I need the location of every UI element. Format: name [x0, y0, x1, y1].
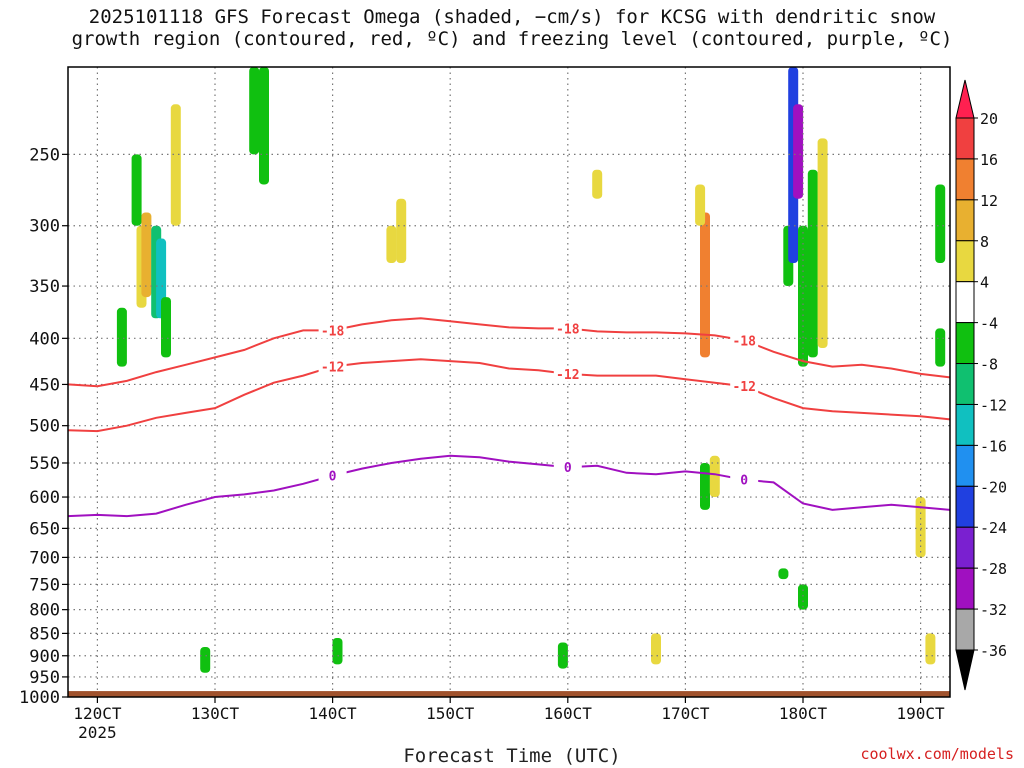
colorbar-segment [955, 158, 975, 201]
colorbar-tick-label: -28 [980, 560, 1007, 578]
colorbar-tick-label: 12 [980, 192, 998, 210]
contour-label: -12 [556, 368, 579, 383]
omega-cell [807, 169, 818, 358]
contour-label: -12 [321, 361, 344, 376]
colorbar-tick-label: -16 [980, 437, 1007, 455]
colorbar-segment [955, 240, 975, 283]
y-tick-label: 650 [29, 519, 60, 539]
y-tick-label: 550 [29, 454, 60, 474]
omega-cell [778, 568, 789, 580]
omega-cell [925, 633, 936, 665]
y-tick-label: 250 [29, 145, 60, 165]
colorbar-segment [955, 403, 975, 446]
colorbar-tick-label: -36 [980, 642, 1007, 660]
contour-label: 0 [329, 470, 337, 485]
omega-cell [116, 307, 127, 367]
colorbar-segment [955, 608, 975, 651]
colorbar-segment [955, 526, 975, 569]
omega-cell [695, 184, 706, 226]
contour-label: -12 [732, 380, 755, 395]
credit-text: coolwx.com/models [860, 745, 1014, 763]
colorbar-tick-label: -12 [980, 396, 1007, 414]
omega-heatmap-chart: -18 -18 -18 -12 -12 -12 0 0 0 250 300 350 400 450 500… [19, 66, 1007, 742]
colorbar-tick-label: -24 [980, 519, 1007, 537]
colorbar-tick-label: -8 [980, 356, 998, 374]
omega-cell [817, 138, 828, 348]
x-tick-label: 120CT [73, 704, 122, 723]
colorbar-tick-label: 8 [980, 233, 989, 251]
colorbar-tick-label: -32 [980, 601, 1007, 619]
x-tick-label: 190CT [897, 704, 946, 723]
colorbar-segment [955, 322, 975, 365]
omega-cell [935, 184, 946, 264]
colorbar-segment [955, 281, 975, 324]
omega-cell [798, 225, 808, 367]
y-tick-label: 450 [29, 375, 60, 395]
y-tick-label: 900 [29, 647, 60, 667]
colorbar-tick-label: 20 [980, 110, 998, 128]
colorbar-top-arrow [955, 79, 975, 119]
omega-cell [396, 198, 407, 264]
contour-label: -18 [321, 324, 345, 339]
x-sub-label: 2025 [78, 723, 117, 742]
y-tick-label: 700 [29, 548, 60, 568]
omega-cell [131, 154, 142, 226]
x-tick-label: 150CT [426, 704, 475, 723]
omega-cell [709, 455, 720, 498]
y-tick-label: 350 [29, 277, 60, 297]
contour-label: 0 [564, 461, 572, 476]
y-tick-label: 600 [29, 488, 60, 508]
contour-label: -18 [556, 322, 580, 337]
omega-cell [161, 297, 171, 358]
colorbar-tick-label: 16 [980, 151, 998, 169]
colorbar-segment [955, 444, 975, 487]
omega-cell [798, 584, 808, 610]
ground-band [68, 691, 950, 697]
colorbar-bottom-arrow [955, 649, 975, 691]
colorbar-tick-label: -20 [980, 478, 1007, 496]
x-tick-label: 160CT [544, 704, 593, 723]
omega-cell [592, 169, 603, 199]
y-tick-label: 300 [29, 217, 60, 237]
omega-cell [557, 642, 568, 669]
colorbar-tick-label: -4 [980, 315, 998, 333]
omega-cell [170, 104, 181, 226]
omega-cell [793, 104, 804, 199]
y-tick-label: 950 [29, 668, 60, 688]
y-tick-label: 1000 [19, 688, 60, 708]
omega-cell [259, 67, 269, 185]
x-tick-label: 130CT [191, 704, 240, 723]
x-tick-label: 180CT [779, 704, 828, 723]
colorbar-segment [955, 117, 975, 160]
colorbar-segment [955, 199, 975, 242]
omega-cell [935, 328, 946, 367]
x-tick-label: 170CT [661, 704, 710, 723]
colorbar-segment [955, 363, 975, 405]
y-tick-label: 800 [29, 601, 60, 621]
contour-label: -18 [732, 334, 756, 349]
omega-cell [700, 462, 710, 510]
y-tick-label: 400 [29, 329, 60, 349]
omega-cell [249, 67, 260, 155]
y-tick-label: 750 [29, 575, 60, 595]
colorbar-segment [955, 567, 975, 610]
y-tick-label: 850 [29, 624, 60, 644]
x-tick-label: 140CT [309, 704, 358, 723]
omega-cell [651, 633, 661, 665]
y-tick-label: 500 [29, 417, 60, 437]
colorbar-tick-label: 4 [980, 274, 989, 292]
omega-cell [386, 225, 397, 264]
contour-label: 0 [740, 474, 748, 489]
colorbar-segment [955, 485, 975, 528]
omega-cell [200, 646, 211, 673]
omega-cell [332, 637, 343, 665]
